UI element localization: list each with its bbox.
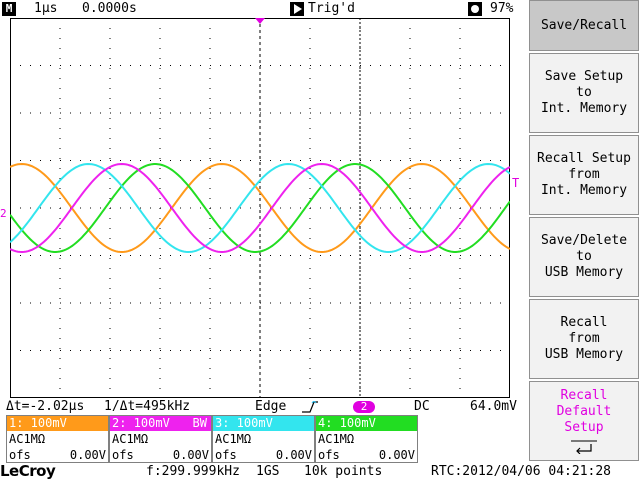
waveform-svg — [10, 18, 510, 398]
rising-edge-icon — [302, 401, 318, 413]
channel-3-ofs-label: ofs — [215, 448, 237, 462]
channel-1-ofs-value: 0.00V — [69, 448, 106, 462]
channel-3-offset: ofs 0.00V — [213, 447, 314, 463]
recall-setup-int-memory-button[interactable]: Recall Setup from Int. Memory — [529, 135, 639, 215]
menu-item-3-line-1: Save/Delete — [540, 233, 628, 248]
channel-3-ofs-value: 0.00V — [275, 448, 312, 462]
menu-item-2-line-1: Recall Setup — [537, 151, 631, 166]
rtc-readout: RTC:2012/04/06 04:21:28 — [431, 464, 612, 479]
menu-item-3-line-3: USB Memory — [544, 265, 624, 280]
channel-4-offset: ofs 0.00V — [316, 447, 417, 463]
trigger-channel-badge: 2 — [353, 401, 375, 413]
channel-2-bw-limit: BW — [192, 416, 207, 430]
channel-3-box[interactable]: 3: 100mV AC1MΩ ofs 0.00V — [212, 415, 315, 463]
brightness-icon — [468, 2, 482, 16]
menu-item-3-line-2: to — [576, 249, 592, 264]
softkey-menu: Save/Recall Save Setup to Int. Memory Re… — [528, 0, 640, 463]
channel-2-offset: ofs 0.00V — [110, 447, 211, 463]
top-status-bar: M 1µs 0.0000s Trig'd 97% — [0, 0, 528, 18]
channel-2-header: 2: 100mV — [112, 416, 170, 430]
battery-readout: 97% — [490, 1, 514, 16]
menu-item-2-line-2: from — [568, 167, 600, 182]
mode-mark: M — [2, 2, 16, 16]
channel-3-header: 3: 100mV — [213, 416, 314, 431]
trigger-status: Trig'd — [308, 1, 355, 16]
recall-usb-memory-button[interactable]: Recall from USB Memory — [529, 299, 639, 379]
frequency-readout: f:299.999kHz — [146, 464, 240, 479]
channel-ground-marker: 2 — [0, 207, 7, 220]
run-status-icon — [290, 2, 304, 16]
bottom-status-bar: f:299.999kHz 1GS 10k points RTC:2012/04/… — [0, 463, 640, 480]
channel-3-coupling: AC1MΩ — [215, 432, 252, 446]
channel-2-header-bar: 2: 100mV BW — [110, 416, 211, 431]
channel-1-header: 1: 100mV — [7, 416, 108, 431]
sample-rate-readout: 1GS — [256, 464, 280, 479]
channel-4-coupling: AC1MΩ — [318, 432, 355, 446]
menu-item-1-line-2: to — [576, 85, 592, 100]
inverse-delta-t-readout: 1/Δt=495kHz — [104, 399, 191, 414]
trigger-coupling: DC — [414, 399, 430, 414]
channel-4-ofs-value: 0.00V — [378, 448, 415, 462]
delay-readout: 0.0000s — [82, 1, 137, 16]
menu-item-5-line-1: Recall — [560, 388, 608, 403]
menu-item-4-line-1: Recall — [560, 315, 608, 330]
channel-2-coupling: AC1MΩ — [112, 432, 149, 446]
menu-item-1-line-3: Int. Memory — [540, 101, 628, 116]
menu-item-1-line-1: Save Setup — [544, 69, 624, 84]
menu-title: Save/Recall — [529, 0, 639, 51]
trigger-type: Edge — [255, 399, 287, 414]
channel-1-coupling: AC1MΩ — [9, 432, 46, 446]
return-icon — [571, 440, 597, 454]
recall-default-setup-button[interactable]: Recall Default Setup — [529, 381, 639, 461]
menu-item-5-line-3: Setup — [564, 420, 604, 435]
menu-item-4-line-2: from — [568, 331, 600, 346]
trigger-level-readout: 64.0mV — [470, 399, 517, 414]
channel-4-ofs-label: ofs — [318, 448, 340, 462]
delta-t-readout: Δt=-2.02µs — [6, 399, 85, 414]
save-delete-usb-memory-button[interactable]: Save/Delete to USB Memory — [529, 217, 639, 297]
channel-1-ofs-label: ofs — [9, 448, 31, 462]
menu-item-4-line-3: USB Memory — [544, 347, 624, 362]
channel-4-header: 4: 100mV — [316, 416, 417, 431]
channel-2-box[interactable]: 2: 100mV BW AC1MΩ ofs 0.00V — [109, 415, 212, 463]
record-length-readout: 10k points — [304, 464, 383, 479]
channel-4-box[interactable]: 4: 100mV AC1MΩ ofs 0.00V — [315, 415, 418, 463]
channel-2-ofs-label: ofs — [112, 448, 134, 462]
channel-2-ofs-value: 0.00V — [172, 448, 209, 462]
waveform-display[interactable] — [10, 18, 510, 398]
channel-1-offset: ofs 0.00V — [7, 447, 108, 463]
menu-item-2-line-3: Int. Memory — [540, 183, 628, 198]
trigger-level-marker: T — [512, 176, 520, 190]
measurement-row: Δt=-2.02µs 1/Δt=495kHz Edge 2 DC 64.0mV — [0, 399, 528, 415]
timebase-readout: 1µs — [34, 1, 58, 16]
channel-1-box[interactable]: 1: 100mV AC1MΩ ofs 0.00V — [6, 415, 109, 463]
menu-item-5-line-2: Default — [556, 404, 612, 419]
menu-title-label: Save/Recall — [540, 17, 628, 33]
save-setup-int-memory-button[interactable]: Save Setup to Int. Memory — [529, 53, 639, 133]
